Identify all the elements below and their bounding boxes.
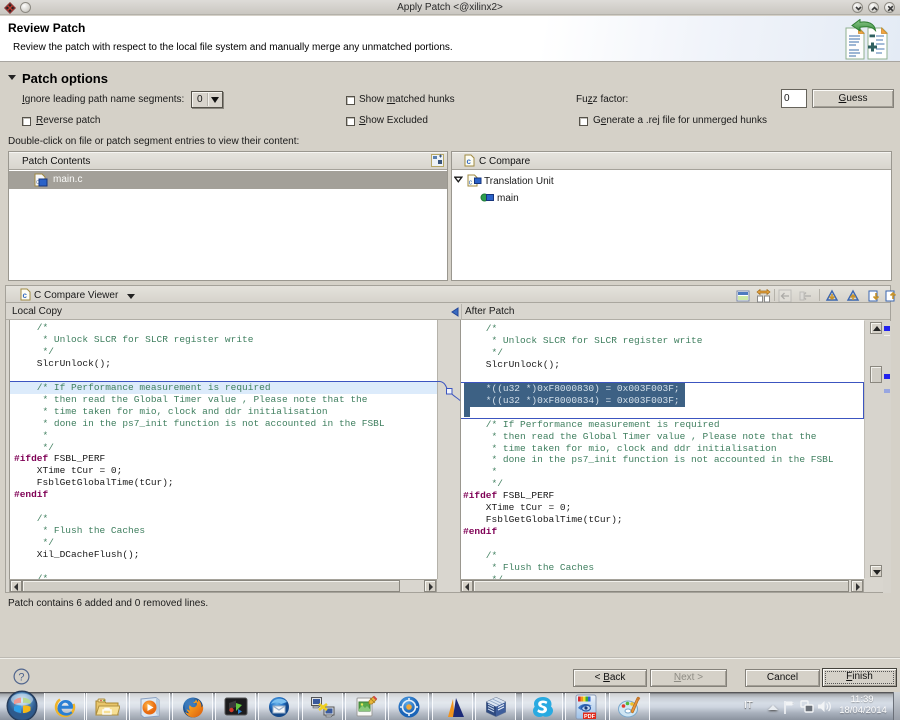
svg-text:c: c xyxy=(469,180,473,187)
svg-text:PDF: PDF xyxy=(584,714,596,720)
svg-text:c: c xyxy=(23,291,28,300)
svg-text:?: ? xyxy=(18,672,24,684)
svg-text:c: c xyxy=(467,157,472,166)
